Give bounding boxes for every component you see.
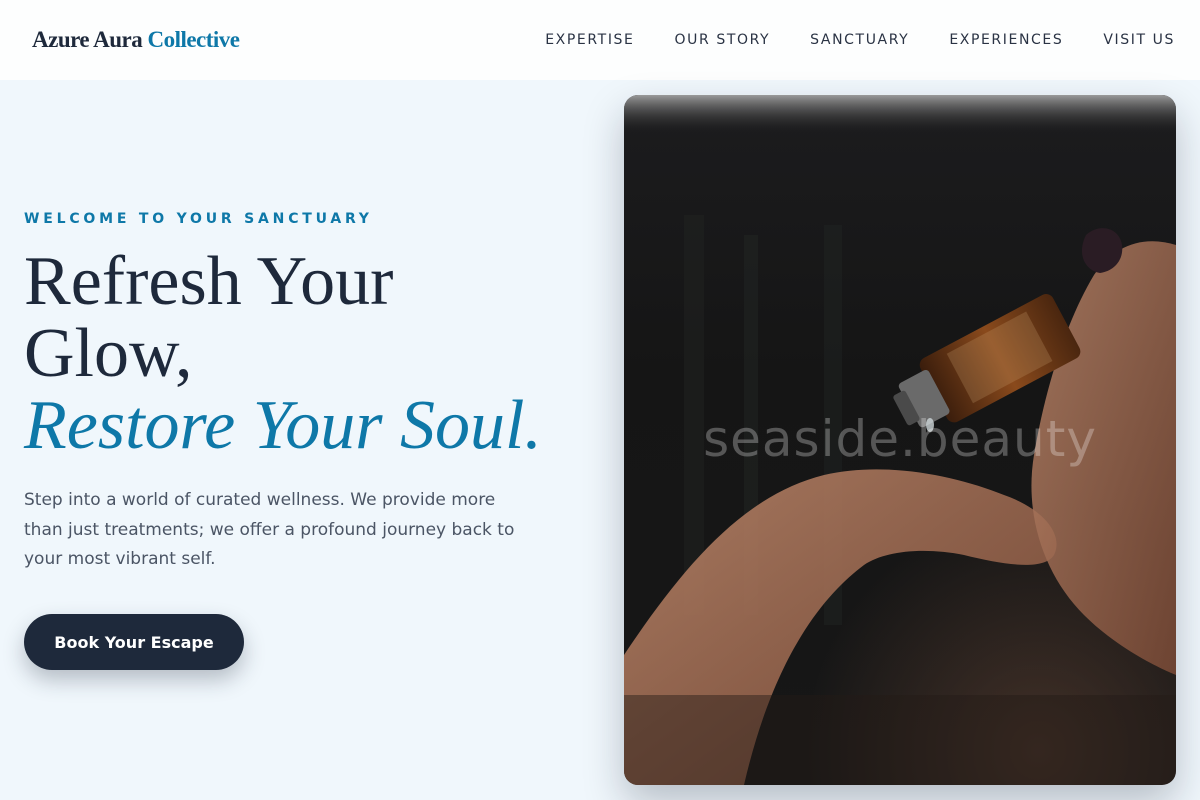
nav-link-visit-us[interactable]: VISIT US — [1103, 32, 1175, 48]
logo-accent-text: Collective — [147, 27, 240, 52]
image-watermark: seaside.beauty — [703, 410, 1097, 468]
nav-link-our-story[interactable]: OUR STORY — [674, 32, 770, 48]
hero-description: Step into a world of curated wellness. W… — [24, 490, 515, 569]
site-header: Azure Aura Collective EXPERTISE OUR STOR… — [0, 0, 1200, 80]
brand-logo[interactable]: Azure Aura Collective — [32, 27, 240, 53]
logo-main-text: Azure Aura — [32, 27, 143, 52]
nav-link-sanctuary[interactable]: SANCTUARY — [810, 32, 909, 48]
headline-accent: Restore Your Soul. — [24, 387, 542, 464]
book-escape-button[interactable]: Book Your Escape — [24, 614, 244, 670]
nav-link-expertise[interactable]: EXPERTISE — [545, 32, 634, 48]
headline-line-1: Refresh Your — [24, 243, 394, 320]
main-nav: EXPERTISE OUR STORY SANCTUARY EXPERIENCE… — [545, 32, 1175, 48]
nav-link-experiences[interactable]: EXPERIENCES — [949, 32, 1063, 48]
hero-image: seaside.beauty — [624, 95, 1176, 785]
hero-headline: Refresh Your Glow, Restore Your Soul. — [24, 246, 584, 462]
hero-eyebrow: WELCOME TO YOUR SANCTUARY — [24, 211, 373, 227]
headline-line-2: Glow, — [24, 315, 193, 392]
